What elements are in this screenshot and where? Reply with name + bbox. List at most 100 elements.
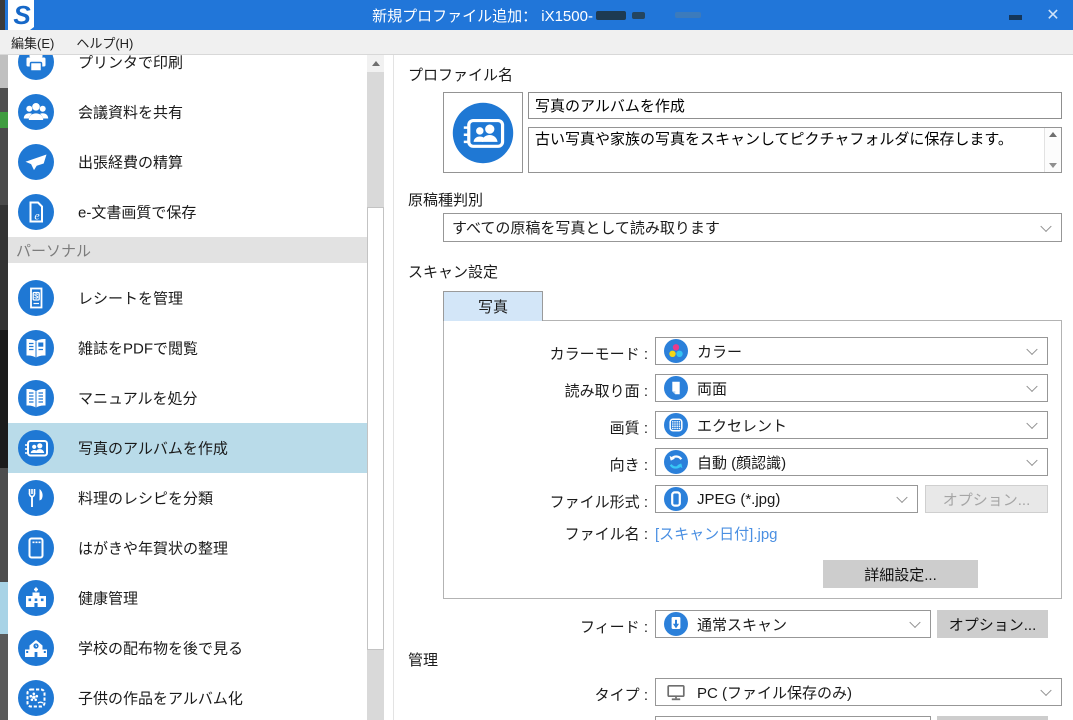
tab-photo-label: 写真 [477, 299, 508, 316]
sidebar-item-manual[interactable]: マニュアルを処分 [8, 373, 367, 423]
magazine-icon [18, 330, 54, 366]
background-window-sliver [0, 55, 8, 720]
arrow-down-icon[interactable] [1049, 163, 1057, 168]
type-dropdown[interactable]: PC (ファイル保存のみ) [655, 678, 1062, 706]
hospital-icon [18, 580, 54, 616]
menu-help[interactable]: ヘルプ(H) [65, 30, 144, 54]
type-label: タイプ : [594, 687, 648, 704]
sidebar-section-personal: パーソナル [8, 237, 367, 263]
sidebar-item-label: 健康管理 [78, 590, 139, 608]
profile-name-input[interactable]: 写真のアルバムを作成 [528, 92, 1062, 119]
photo-album-icon [18, 430, 54, 466]
section-label: パーソナル [16, 242, 92, 260]
sidebar-item-label: 雑誌をPDFで閲覧 [78, 340, 199, 358]
sidebar-item-label: e-文書画質で保存 [78, 204, 197, 222]
sidebar-item-label: 子供の作品をアルバム化 [78, 690, 243, 708]
description-scrollbar[interactable] [1044, 128, 1061, 172]
feed-dropdown[interactable]: 通常スキャン [655, 610, 931, 638]
color-mode-icon [664, 339, 688, 363]
sidebar-scrollbar[interactable] [367, 55, 384, 720]
scan-settings-label: スキャン設定 [408, 264, 499, 281]
close-icon: ✕ [1046, 7, 1060, 24]
artwork-icon [18, 680, 54, 716]
profile-description-text: 古い写真や家族の写真をスキャンしてピクチャフォルダに保存します。 [535, 131, 1013, 148]
detail-settings-button[interactable]: 詳細設定... [823, 560, 978, 588]
sidebar-item-label: 出張経費の精算 [78, 154, 184, 172]
close-button[interactable]: ✕ [1038, 0, 1068, 30]
chevron-down-icon [1040, 220, 1052, 232]
profile-list-sidebar: プリンタで印刷 会議資料を共有 出張経費の精算 e e-文書画質で保存 パーソナ… [8, 55, 367, 720]
people-icon [18, 94, 54, 130]
book-icon [18, 380, 54, 416]
minimize-button[interactable] [1000, 0, 1030, 30]
arrow-up-icon[interactable] [1049, 132, 1057, 137]
profile-name-value: 写真のアルバムを作成 [535, 98, 685, 115]
monitor-icon [664, 680, 688, 704]
scansnap-profile-dialog: 新規プロファイル追加： iX1500- S ✕ 編集(E) ヘルプ(H) プリン… [0, 0, 1073, 720]
profile-icon-button[interactable] [443, 92, 523, 173]
sidebar-item-school-handouts[interactable]: 学校の配布物を後で見る [8, 623, 367, 673]
file-name-link[interactable]: [スキャン日付].jpg [655, 523, 778, 544]
airplane-icon [18, 144, 54, 180]
sidebar-item-label: 料理のレシピを分類 [78, 490, 214, 508]
quality-dropdown[interactable]: エクセレント [655, 411, 1048, 439]
sidebar-item-health[interactable]: 健康管理 [8, 573, 367, 623]
sidebar-item-photo-album[interactable]: 写真のアルバムを作成 [8, 423, 367, 473]
quality-value: エクセレント [697, 417, 788, 435]
file-format-option-button[interactable]: オプション... [925, 485, 1048, 513]
window-title: 新規プロファイル追加： iX1500- [372, 7, 593, 25]
next-row-button-sliver [937, 716, 1048, 720]
profile-description-textarea[interactable]: 古い写真や家族の写真をスキャンしてピクチャフォルダに保存します。 [528, 127, 1062, 173]
feed-value: 通常スキャン [697, 616, 788, 634]
menu-bar: 編集(E) ヘルプ(H) [0, 30, 1073, 55]
tab-photo[interactable]: 写真 [443, 291, 543, 321]
jpeg-file-icon [664, 487, 688, 511]
chevron-down-icon [1026, 343, 1038, 356]
color-mode-label: カラーモード : [549, 346, 648, 363]
file-format-dropdown[interactable]: JPEG (*.jpg) [655, 485, 918, 513]
scroll-up-button[interactable] [367, 55, 384, 72]
doc-type-dropdown[interactable]: すべての原稿を写真として読み取ります [443, 213, 1062, 242]
arrow-up-icon [371, 61, 380, 66]
orientation-dropdown[interactable]: 自動 (顔認識) [655, 448, 1048, 476]
sidebar-item-label: 学校の配布物を後で見る [78, 640, 244, 658]
color-mode-dropdown[interactable]: カラー [655, 337, 1048, 365]
file-name-label: ファイル名 : [564, 526, 648, 543]
sidebar-item-recipes[interactable]: 料理のレシピを分類 [8, 473, 367, 523]
sidebar-item-receipts[interactable]: $ レシートを管理 [8, 273, 367, 323]
sidebar-item-share-meeting[interactable]: 会議資料を共有 [8, 87, 367, 137]
feed-option-button[interactable]: オプション... [937, 610, 1048, 638]
sidebar-item-kids-artwork[interactable]: 子供の作品をアルバム化 [8, 673, 367, 720]
scrollbar-thumb[interactable] [367, 207, 384, 650]
sidebar-divider [393, 55, 394, 720]
sidebar-item-postcards[interactable]: はがきや年賀状の整理 [8, 523, 367, 573]
quality-label: 画質 : [609, 420, 648, 437]
redacted-serial [595, 10, 626, 20]
orientation-label: 向き : [609, 457, 648, 474]
menu-edit[interactable]: 編集(E) [0, 30, 65, 54]
title-bar: 新規プロファイル追加： iX1500- S ✕ [0, 0, 1073, 30]
sidebar-item-label: プリンタで印刷 [78, 55, 184, 72]
scansnap-logo-icon: S [5, 0, 37, 30]
svg-text:S: S [13, 0, 31, 30]
sidebar-item-magazine[interactable]: 雑誌をPDFで閲覧 [8, 323, 367, 373]
doc-type-value: すべての原稿を写真として読み取ります [452, 220, 720, 237]
sidebar-item-label: レシートを管理 [78, 290, 184, 308]
duplex-page-icon [664, 376, 688, 400]
chevron-down-icon [1026, 417, 1038, 430]
detail-settings-label: 詳細設定... [864, 566, 937, 584]
photo-album-icon [452, 102, 514, 163]
chevron-down-icon [1026, 380, 1038, 393]
file-format-label: ファイル形式 : [549, 494, 648, 511]
option-button-label: オプション... [942, 491, 1031, 509]
receipt-icon: $ [18, 280, 54, 316]
sidebar-item-travel-expense[interactable]: 出張経費の精算 [8, 137, 367, 187]
profile-name-label: プロファイル名 [408, 67, 514, 84]
redacted-serial [631, 11, 645, 19]
scan-side-dropdown[interactable]: 両面 [655, 374, 1048, 402]
sidebar-item-print[interactable]: プリンタで印刷 [8, 55, 367, 87]
postcard-icon [18, 530, 54, 566]
sidebar-item-edoc[interactable]: e e-文書画質で保存 [8, 187, 367, 237]
sidebar-item-label: 会議資料を共有 [78, 104, 184, 122]
sidebar-item-label: 写真のアルバムを作成 [78, 440, 228, 458]
